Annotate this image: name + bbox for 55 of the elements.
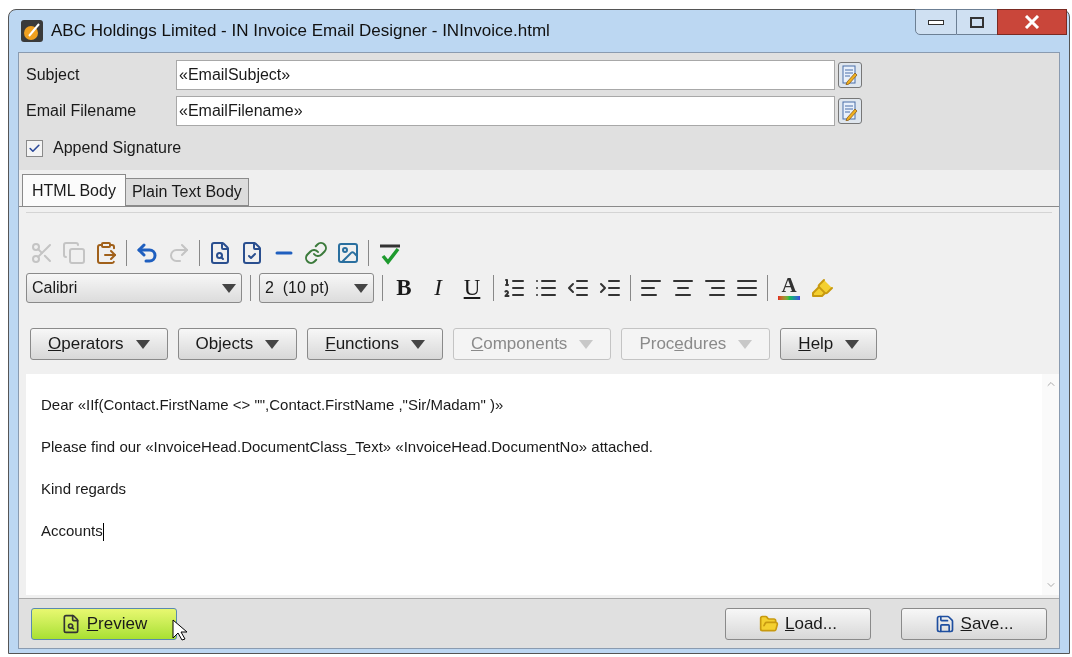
close-button[interactable]: [997, 9, 1067, 35]
folder-icon: [759, 613, 779, 634]
font-dropdown[interactable]: Calibri: [26, 273, 242, 303]
checkbox[interactable]: [26, 139, 43, 157]
size-dropdown[interactable]: 2 (10 pt): [259, 273, 374, 303]
menu-button[interactable]: Operators: [30, 328, 168, 360]
caret-icon: [579, 339, 594, 349]
maximize-button[interactable]: [957, 9, 997, 35]
text-field[interactable]: «EmailFilename»: [176, 96, 835, 126]
minimize-button[interactable]: [915, 9, 957, 35]
caret-icon: [135, 339, 150, 349]
paste-icon[interactable]: [94, 241, 118, 265]
body-paragraph: Kind regards: [41, 479, 128, 499]
underline-button[interactable]: U: [459, 270, 485, 306]
button-label: Preview: [86, 612, 148, 635]
body-paragraph: Dear «IIf(Contact.FirstName <> "",Contact.FirstName ,"Sir/Madam" )»: [41, 395, 505, 415]
caret-icon: [265, 339, 280, 349]
tab[interactable]: HTML Body: [22, 174, 126, 206]
field-label: Subject: [26, 65, 81, 85]
body-paragraph: Accounts: [41, 520, 1027, 542]
check-icon: [28, 141, 41, 155]
link-icon[interactable]: [304, 241, 328, 265]
mouse-pointer-icon: [172, 618, 188, 641]
button-label: Load...: [785, 612, 837, 635]
caret-icon: [410, 339, 425, 349]
load-button[interactable]: Load...: [725, 607, 871, 640]
field-label: Email Filename: [26, 101, 138, 121]
edit-note-icon: [841, 101, 859, 121]
caret-icon: [738, 339, 753, 349]
edit-button[interactable]: [838, 62, 862, 88]
find-icon[interactable]: [208, 241, 232, 265]
caret-icon: [354, 283, 368, 293]
window-title: ABC Holdings Limited - IN Invoice Email Designer - INInvoice.html: [51, 20, 550, 43]
tab[interactable]: Plain Text Body: [125, 178, 249, 206]
text-field[interactable]: «EmailSubject»: [176, 60, 835, 90]
close-icon: [1024, 15, 1040, 29]
numbered-icon[interactable]: [502, 276, 526, 300]
undo-icon[interactable]: [135, 241, 159, 265]
italic-button[interactable]: I: [425, 270, 451, 306]
text-color-button[interactable]: A: [776, 274, 802, 302]
edit-button[interactable]: [838, 98, 862, 124]
image-icon[interactable]: [336, 241, 360, 265]
edit-note-icon: [841, 65, 859, 85]
bold-button[interactable]: B: [391, 270, 417, 306]
replace-icon[interactable]: [240, 241, 264, 265]
checkbox-label: Append Signature: [53, 138, 182, 158]
save-button[interactable]: Save...: [901, 607, 1047, 640]
menu-button[interactable]: Objects: [177, 328, 298, 360]
menu-button[interactable]: Help: [780, 328, 878, 360]
body-paragraph: Please find our «InvoiceHead.DocumentClass_Text» «InvoiceHead.DocumentNo» attached.: [41, 437, 655, 457]
button-label: Save...: [960, 612, 1014, 635]
caret-icon: [845, 339, 860, 349]
app-logo-icon: [21, 20, 43, 42]
caret-icon: [222, 283, 236, 293]
menu-button[interactable]: Functions: [307, 328, 443, 360]
